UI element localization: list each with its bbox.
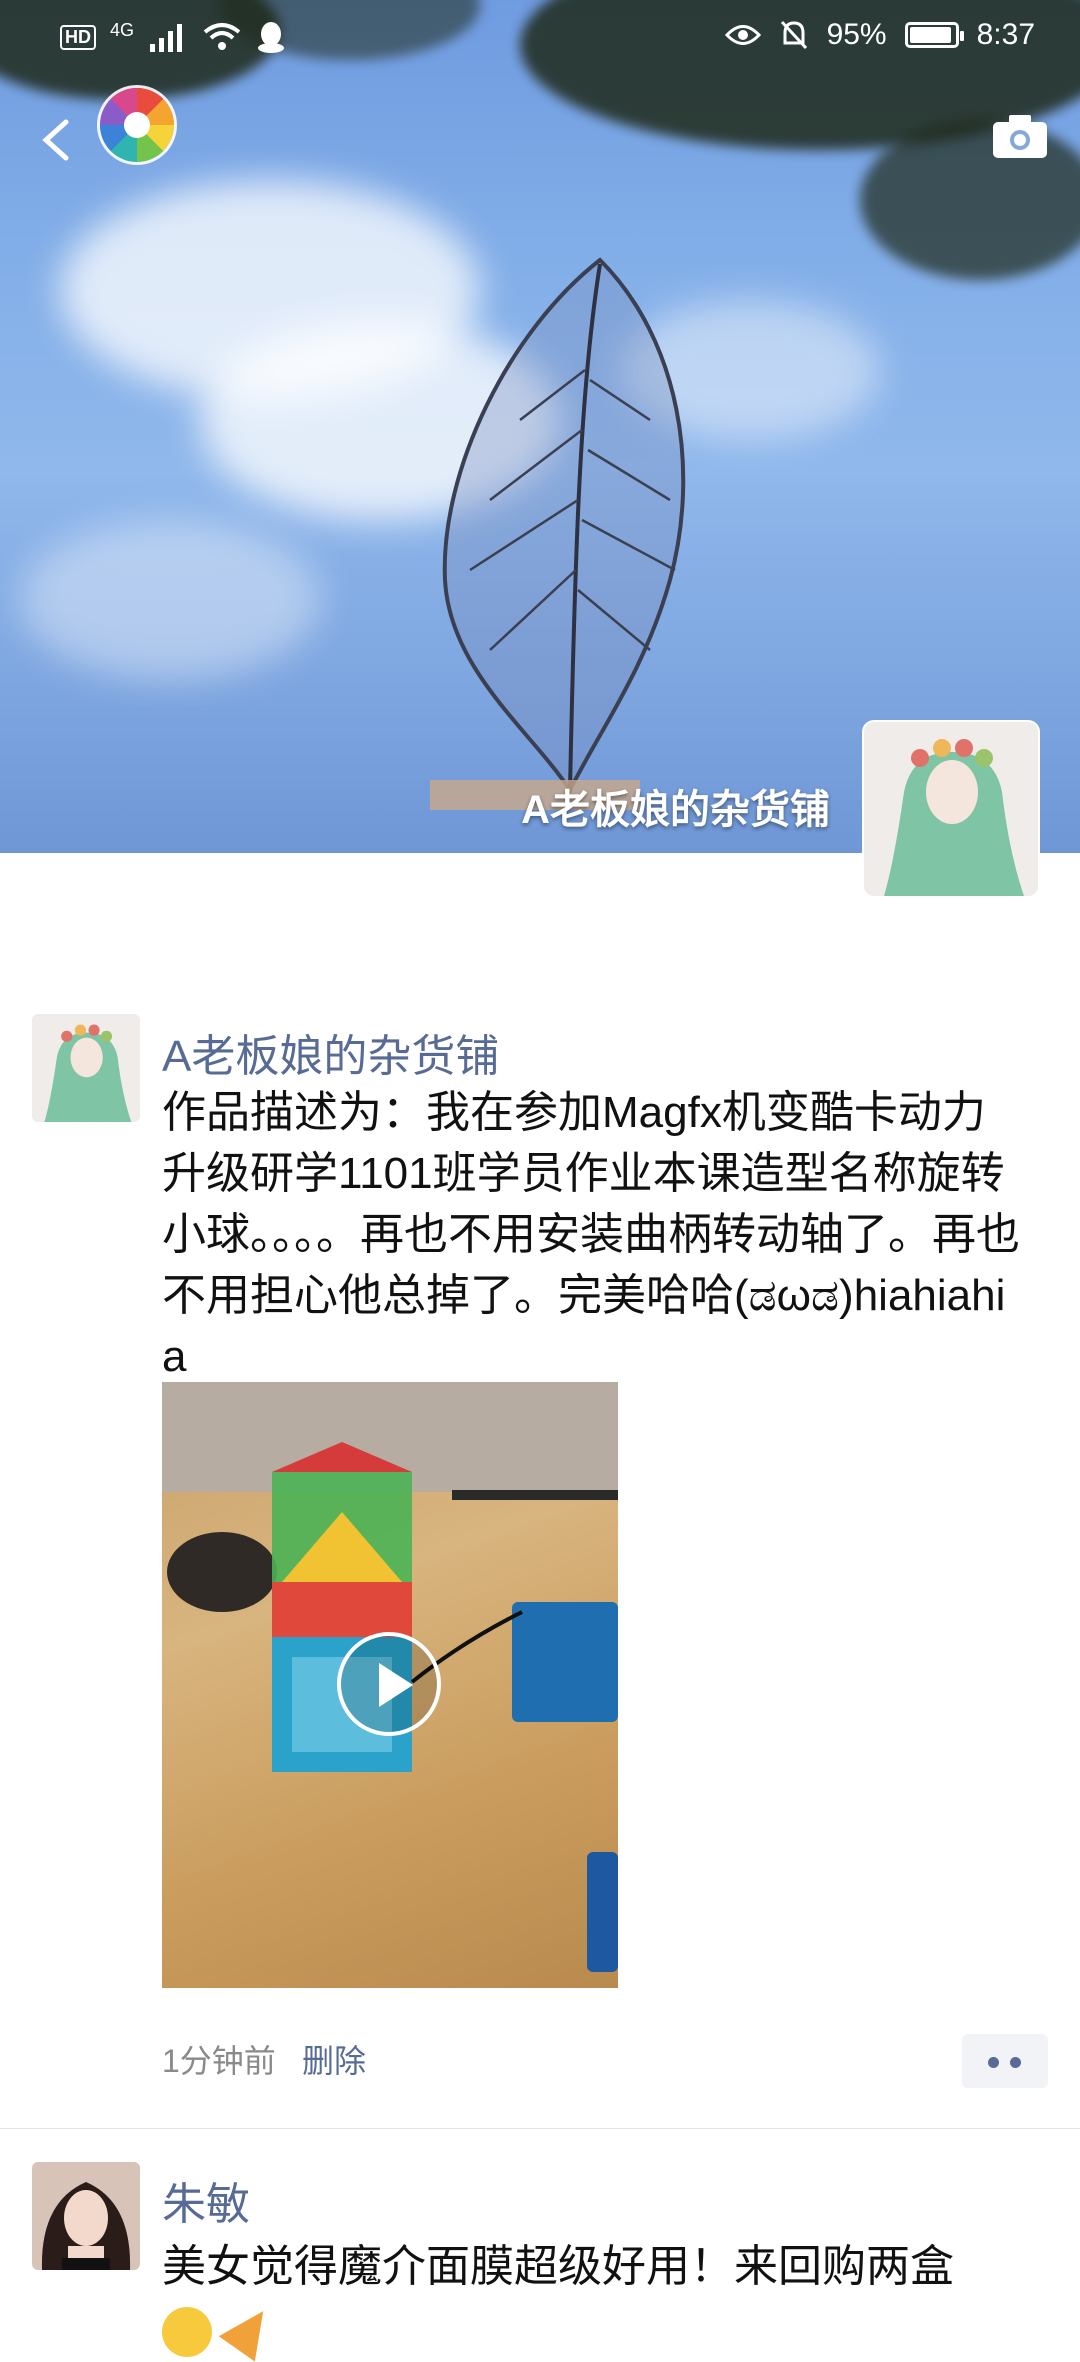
delete-link[interactable]: 删除: [302, 2036, 366, 2082]
post-author-avatar[interactable]: [32, 1014, 140, 1122]
eye-icon: [724, 25, 761, 45]
camera-button[interactable]: [990, 112, 1050, 162]
video-thumbnail[interactable]: [162, 1382, 618, 1988]
dot-icon: [988, 2057, 999, 2068]
status-bar: HD 4G 95% 8:37: [0, 0, 1080, 75]
party-popper-icon: [219, 2298, 282, 2362]
more-actions-button[interactable]: [962, 2034, 1048, 2088]
clock: 8:37: [976, 18, 1035, 51]
post-text: 作品描述为：我在参加Magfx机变酷卡动力升级研学1101班学员作业本课造型名称…: [162, 1088, 1020, 1381]
profile-name: A老板娘的杂货铺: [521, 788, 830, 832]
avatar-illustration: [864, 722, 1038, 896]
leaf-skeleton-image: [430, 257, 686, 810]
post-timestamp: 1分钟前: [162, 2043, 276, 2079]
play-icon[interactable]: [337, 1632, 441, 1736]
post-text-content: 美女觉得魔介面膜超级好用！来回购两盒: [162, 2242, 954, 2291]
color-wheel-icon[interactable]: [100, 88, 174, 162]
wifi-icon: [203, 23, 241, 50]
divider: [0, 2128, 1080, 2129]
mute-bell-icon: [780, 20, 807, 50]
avatar-photo: [32, 2162, 140, 2270]
hd-badge: HD: [60, 24, 96, 50]
post-author-name[interactable]: A老板娘的杂货铺: [162, 1020, 499, 1084]
emoji-icon: [162, 2307, 212, 2358]
camera-icon: [993, 115, 1047, 158]
back-arrow-icon: [42, 119, 69, 161]
profile-avatar[interactable]: [864, 722, 1038, 896]
post-author-name[interactable]: 朱敏: [162, 2168, 250, 2232]
signal-icon: [150, 24, 183, 52]
post-author-avatar[interactable]: [32, 2162, 140, 2270]
qq-icon: [258, 22, 285, 53]
dot-icon: [1010, 2057, 1021, 2068]
network-label: 4G: [110, 20, 135, 40]
back-button[interactable]: [30, 110, 90, 170]
battery-percent: 95%: [826, 18, 887, 51]
avatar-illustration: [32, 1014, 140, 1122]
battery-icon: [904, 22, 964, 48]
